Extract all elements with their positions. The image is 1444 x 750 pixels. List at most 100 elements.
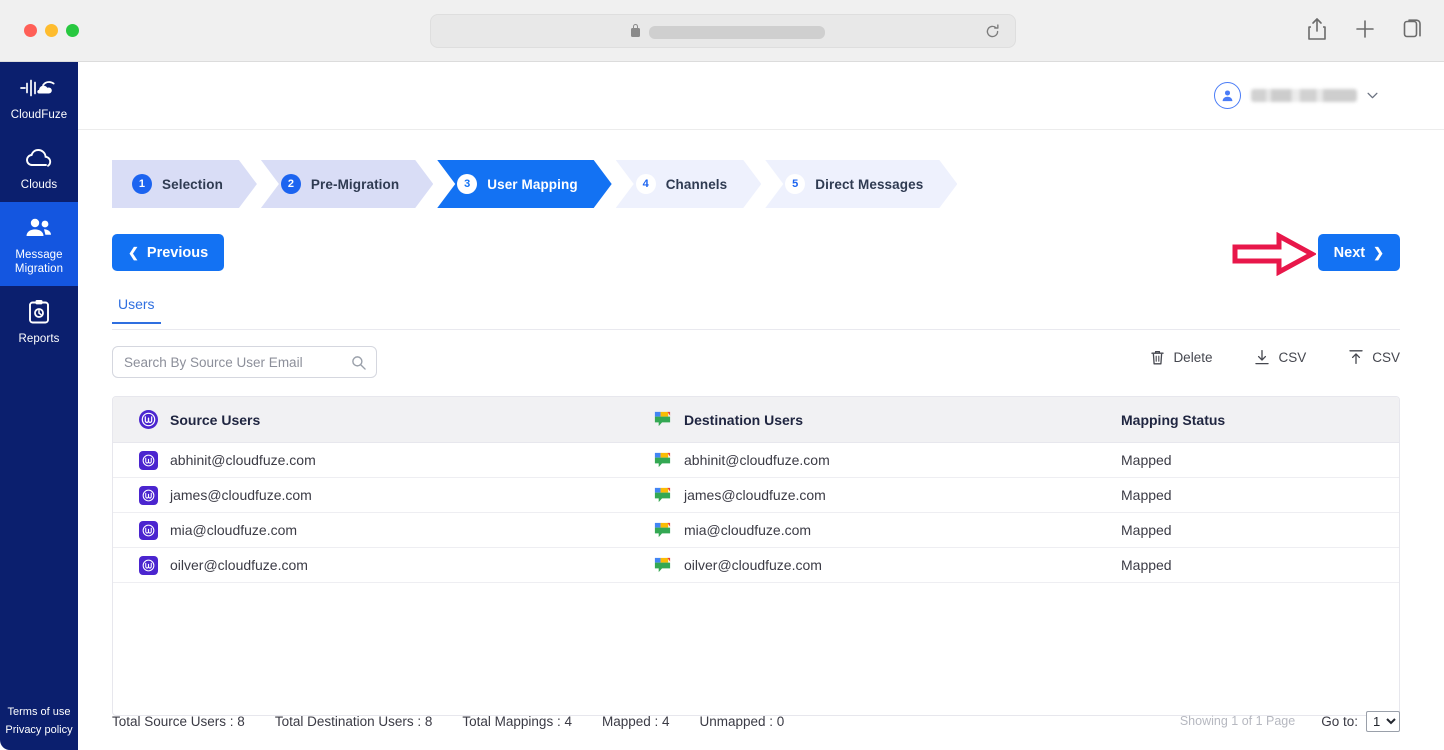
upload-csv-label: CSV xyxy=(1372,350,1400,365)
next-button[interactable]: Next ❯ xyxy=(1317,234,1400,271)
google-chat-icon xyxy=(653,410,672,429)
column-header-source-users: Source Users xyxy=(113,410,653,429)
user-avatar-icon xyxy=(1214,82,1241,109)
table-row[interactable]: oilver@cloudfuze.com oilver@cloudfuze.co… xyxy=(113,548,1399,583)
google-chat-icon xyxy=(653,451,672,470)
google-chat-icon xyxy=(653,486,672,505)
clipboard-icon xyxy=(27,298,51,326)
sidebar-item-label: Reports xyxy=(18,333,60,345)
cell-destination-user: james@cloudfuze.com xyxy=(653,486,1119,505)
share-icon[interactable] xyxy=(1306,17,1328,41)
close-window-button[interactable] xyxy=(24,24,37,37)
stat-total-mappings: Total Mappings : 4 xyxy=(462,713,572,729)
tab-users[interactable]: Users xyxy=(112,296,161,324)
step-label: User Mapping xyxy=(487,176,578,192)
step-label: Channels xyxy=(665,176,728,192)
cell-source-user: james@cloudfuze.com xyxy=(113,485,653,505)
destination-user-email: oilver@cloudfuze.com xyxy=(684,557,822,573)
lock-icon xyxy=(631,24,640,37)
address-bar-url-redacted xyxy=(649,26,825,39)
sidebar: CloudFuze Clouds Message Migration Repor… xyxy=(0,62,78,750)
privacy-policy-link[interactable]: Privacy policy xyxy=(5,724,72,736)
terms-of-use-link[interactable]: Terms of use xyxy=(8,706,71,718)
wizard-step-selection[interactable]: 1 Selection xyxy=(112,160,257,208)
wizard-step-direct-messages[interactable]: 5 Direct Messages xyxy=(765,160,957,208)
cell-source-user: oilver@cloudfuze.com xyxy=(113,555,653,575)
minimize-window-button[interactable] xyxy=(45,24,58,37)
step-number: 1 xyxy=(132,174,152,194)
cloud-icon xyxy=(24,144,54,172)
delete-button[interactable]: Delete xyxy=(1150,349,1212,366)
step-separator xyxy=(257,160,261,208)
tab-overview-icon[interactable] xyxy=(1402,17,1424,41)
workplace-icon xyxy=(139,555,158,575)
upload-csv-button[interactable]: CSV xyxy=(1348,349,1400,366)
table-row[interactable]: mia@cloudfuze.com mia@cloudfuze.com Mapp… xyxy=(113,513,1399,548)
step-number: 3 xyxy=(457,174,477,194)
search-box[interactable] xyxy=(112,346,377,378)
download-icon xyxy=(1255,349,1270,365)
address-bar[interactable] xyxy=(430,14,1016,48)
sidebar-item-clouds[interactable]: Clouds xyxy=(0,132,78,202)
content-tabs: Users xyxy=(112,296,1400,330)
source-user-email: abhinit@cloudfuze.com xyxy=(170,452,316,468)
user-name-redacted xyxy=(1251,89,1357,102)
destination-user-email: mia@cloudfuze.com xyxy=(684,522,812,538)
cell-mapping-status: Mapped xyxy=(1121,522,1172,538)
workplace-icon xyxy=(139,520,158,540)
delete-button-label: Delete xyxy=(1173,350,1213,365)
step-number: 5 xyxy=(785,174,805,194)
previous-button-label: Previous xyxy=(146,244,209,261)
browser-chrome xyxy=(0,0,1444,62)
step-separator xyxy=(433,160,437,208)
table-footer: Total Source Users : 8 Total Destination… xyxy=(112,706,1400,736)
previous-button[interactable]: ❮ Previous xyxy=(112,234,225,271)
stat-unmapped: Unmapped : 0 xyxy=(699,713,785,729)
sidebar-legal-links: Terms of use Privacy policy xyxy=(0,706,78,736)
sidebar-item-label: Clouds xyxy=(20,179,58,191)
new-tab-icon[interactable] xyxy=(1354,17,1376,41)
zoom-window-button[interactable] xyxy=(66,24,79,37)
top-header-bar xyxy=(78,62,1444,130)
step-separator xyxy=(761,160,765,208)
migration-wizard-steps: 1 Selection 2 Pre-Migration 3 User Mappi… xyxy=(112,160,1444,208)
pagination-showing-label: Showing 1 of 1 Page xyxy=(1179,714,1296,728)
google-chat-icon xyxy=(653,521,672,540)
red-arrow-annotation-icon xyxy=(1232,232,1316,276)
step-label: Pre-Migration xyxy=(310,176,400,192)
search-icon[interactable] xyxy=(351,355,366,370)
goto-page-select[interactable]: 1 xyxy=(1366,710,1400,732)
upload-icon xyxy=(1349,350,1363,365)
browser-toolbar-right xyxy=(1306,17,1424,41)
wizard-step-pre-migration[interactable]: 2 Pre-Migration xyxy=(261,160,433,208)
chevron-down-icon[interactable] xyxy=(1367,92,1378,99)
wizard-step-user-mapping[interactable]: 3 User Mapping xyxy=(437,160,611,208)
sidebar-brand[interactable]: CloudFuze xyxy=(0,62,78,132)
source-user-email: oilver@cloudfuze.com xyxy=(170,557,308,573)
cell-destination-user: abhinit@cloudfuze.com xyxy=(653,451,1119,470)
table-row[interactable]: abhinit@cloudfuze.com abhinit@cloudfuze.… xyxy=(113,443,1399,478)
wizard-step-channels[interactable]: 4 Channels xyxy=(616,160,762,208)
step-label: Direct Messages xyxy=(815,176,924,192)
main-content: 1 Selection 2 Pre-Migration 3 User Mappi… xyxy=(78,62,1444,750)
search-input[interactable] xyxy=(124,347,342,377)
cell-mapping-status: Mapped xyxy=(1121,452,1172,468)
table-row[interactable]: james@cloudfuze.com james@cloudfuze.com … xyxy=(113,478,1399,513)
sidebar-item-message-migration[interactable]: Message Migration xyxy=(0,202,78,286)
download-csv-button[interactable]: CSV xyxy=(1254,349,1306,366)
destination-user-email: james@cloudfuze.com xyxy=(684,487,826,503)
column-header-label: Source Users xyxy=(170,411,261,428)
cell-mapping-status: Mapped xyxy=(1121,487,1172,503)
cell-source-user: mia@cloudfuze.com xyxy=(113,520,653,540)
window-traffic-lights xyxy=(24,24,79,37)
step-label: Selection xyxy=(162,176,223,192)
user-account-menu[interactable] xyxy=(1214,82,1378,109)
cloudfuze-logo-icon xyxy=(19,74,59,102)
trash-icon xyxy=(1151,350,1165,365)
sidebar-item-reports[interactable]: Reports xyxy=(0,286,78,356)
google-chat-icon xyxy=(653,556,672,575)
reload-icon[interactable] xyxy=(984,23,1001,40)
cell-destination-user: oilver@cloudfuze.com xyxy=(653,556,1119,575)
step-number: 4 xyxy=(636,174,656,194)
stat-mapped: Mapped : 4 xyxy=(601,713,670,729)
